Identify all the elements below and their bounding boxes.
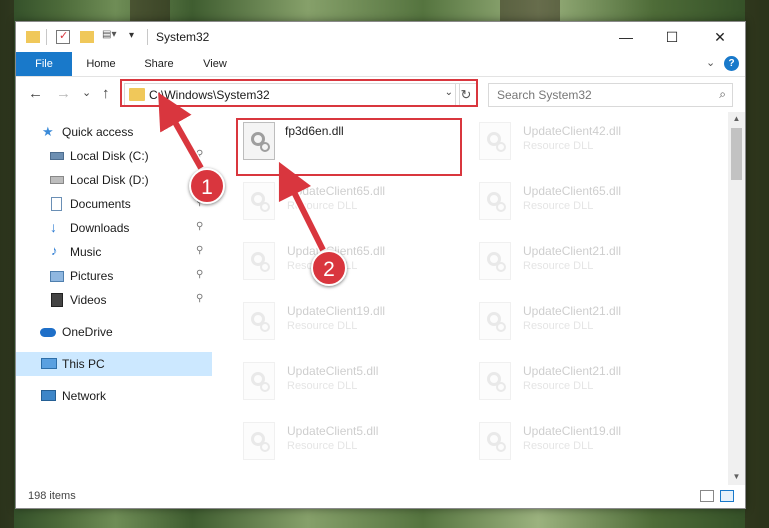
step-1-marker: 1 xyxy=(189,168,225,204)
annotation-arrows xyxy=(158,92,328,255)
step-2-marker: 2 xyxy=(311,250,347,286)
